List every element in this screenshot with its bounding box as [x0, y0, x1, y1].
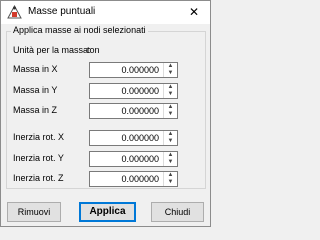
inertia-z-spinner[interactable]: 0.000000 ▲ ▼ — [89, 171, 178, 187]
spin-up-icon[interactable]: ▲ — [167, 131, 174, 137]
unit-label: Unità per la massa: — [13, 45, 91, 55]
spinner-arrows[interactable]: ▲ ▼ — [163, 84, 177, 98]
title-bar[interactable]: Masse puntuali ✕ — [1, 1, 210, 24]
close-icon[interactable]: ✕ — [181, 3, 207, 22]
apply-button[interactable]: Applica — [79, 202, 136, 222]
close-button[interactable]: Chiudi — [151, 202, 204, 222]
spin-down-icon[interactable]: ▼ — [167, 138, 174, 144]
window-title: Masse puntuali — [28, 6, 96, 17]
spin-down-icon[interactable]: ▼ — [167, 111, 174, 117]
inertia-z-value[interactable]: 0.000000 — [121, 174, 159, 184]
mass-y-label: Massa in Y — [13, 85, 58, 95]
inertia-y-spinner[interactable]: 0.000000 ▲ ▼ — [89, 151, 178, 167]
group-legend: Applica masse ai nodi selezionati — [11, 25, 148, 35]
mass-y-spinner[interactable]: 0.000000 ▲ ▼ — [89, 83, 178, 99]
spin-down-icon[interactable]: ▼ — [167, 179, 174, 185]
mass-x-spinner[interactable]: 0.000000 ▲ ▼ — [89, 62, 178, 78]
spinner-arrows[interactable]: ▲ ▼ — [163, 172, 177, 186]
inertia-x-value[interactable]: 0.000000 — [121, 133, 159, 143]
spinner-arrows[interactable]: ▲ ▼ — [163, 63, 177, 77]
spinner-arrows[interactable]: ▲ ▼ — [163, 152, 177, 166]
mass-x-value[interactable]: 0.000000 — [121, 65, 159, 75]
unit-value: ton — [87, 45, 100, 55]
mass-z-label: Massa in Z — [13, 105, 58, 115]
spin-up-icon[interactable]: ▲ — [167, 84, 174, 90]
mass-y-value[interactable]: 0.000000 — [121, 86, 159, 96]
mass-z-value[interactable]: 0.000000 — [121, 106, 159, 116]
mass-x-label: Massa in X — [13, 64, 58, 74]
remove-button[interactable]: Rimuovi — [7, 202, 61, 222]
inertia-y-value[interactable]: 0.000000 — [121, 154, 159, 164]
spin-up-icon[interactable]: ▲ — [167, 104, 174, 110]
spin-down-icon[interactable]: ▼ — [167, 91, 174, 97]
inertia-x-spinner[interactable]: 0.000000 ▲ ▼ — [89, 130, 178, 146]
spin-up-icon[interactable]: ▲ — [167, 172, 174, 178]
spin-down-icon[interactable]: ▼ — [167, 70, 174, 76]
spinner-arrows[interactable]: ▲ ▼ — [163, 104, 177, 118]
mass-z-spinner[interactable]: 0.000000 ▲ ▼ — [89, 103, 178, 119]
inertia-x-label: Inerzia rot. X — [13, 132, 65, 142]
spin-up-icon[interactable]: ▲ — [167, 152, 174, 158]
inertia-z-label: Inerzia rot. Z — [13, 173, 64, 183]
inertia-y-label: Inerzia rot. Y — [13, 153, 64, 163]
spin-down-icon[interactable]: ▼ — [167, 159, 174, 165]
spinner-arrows[interactable]: ▲ ▼ — [163, 131, 177, 145]
app-icon — [7, 5, 22, 20]
dialog-window: Masse puntuali ✕ Applica masse ai nodi s… — [0, 0, 211, 227]
spin-up-icon[interactable]: ▲ — [167, 63, 174, 69]
